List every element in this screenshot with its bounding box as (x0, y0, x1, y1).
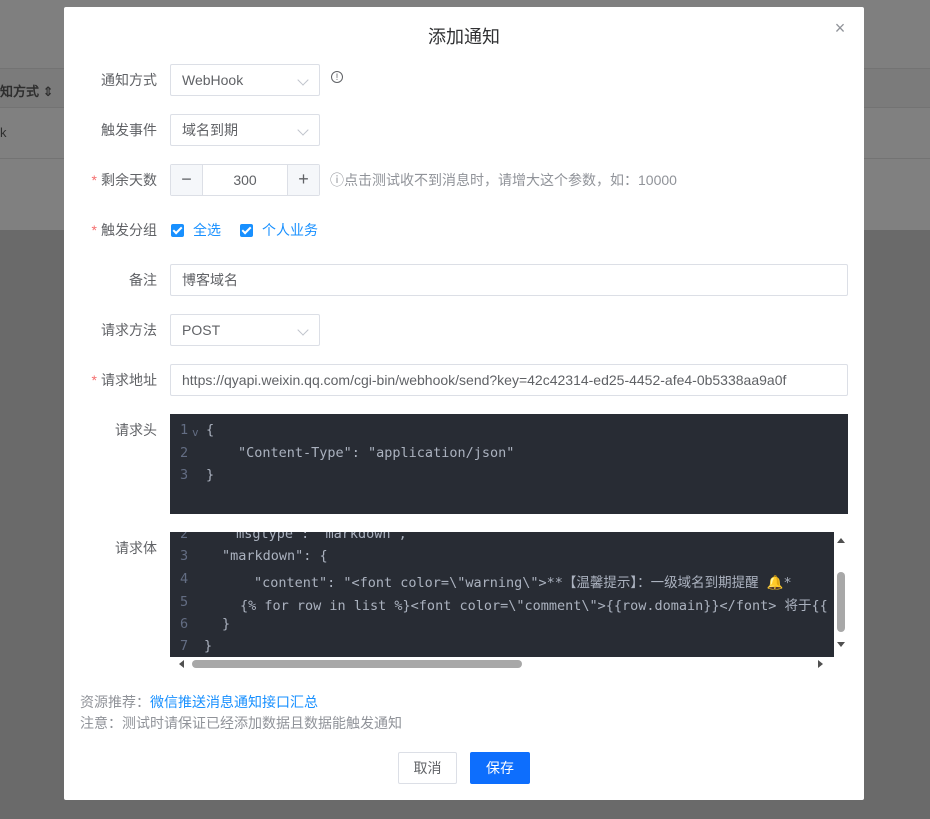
code-line: "msgtype": "markdown", (228, 532, 407, 542)
line-number: 5 (180, 594, 189, 610)
remark-value: 博客域名 (182, 272, 238, 288)
background-cell: k (0, 125, 7, 140)
code-line: } (222, 616, 231, 632)
line-number: 7 (180, 638, 189, 654)
scroll-up-icon[interactable] (837, 538, 845, 543)
notify-method-label: 通知方式 (101, 72, 157, 88)
line-number: 3 (180, 548, 189, 564)
chevron-down-icon (297, 324, 309, 336)
fold-icon[interactable]: v (192, 426, 199, 439)
notify-method-row: 通知方式 WebHook ! (64, 64, 864, 96)
request-headers-label: 请求头 (115, 422, 157, 438)
code-line: { (206, 422, 215, 438)
request-body-label: 请求体 (115, 540, 157, 556)
scroll-down-icon[interactable] (837, 642, 845, 647)
request-method-select[interactable]: POST (170, 314, 320, 346)
request-headers-editor[interactable]: 1 v 2 3 { "Content-Type": "application/j… (170, 414, 848, 514)
request-method-label: 请求方法 (101, 322, 157, 338)
checkbox-personal-business[interactable]: 个人业务 (240, 222, 318, 238)
checkbox-checked-icon (240, 223, 253, 237)
checkbox-select-all[interactable]: 全选 (171, 222, 221, 238)
resource-link[interactable]: 微信推送消息通知接口汇总 (150, 694, 318, 710)
trigger-group-label: * 触发分组 (91, 222, 157, 238)
remark-row: 备注 博客域名 (64, 264, 864, 296)
remaining-days-label: * 剩余天数 (91, 172, 157, 188)
resource-recommendation: 资源推荐：微信推送消息通知接口汇总 (80, 692, 318, 712)
cancel-button[interactable]: 取消 (398, 752, 457, 784)
code-line: } (204, 638, 213, 654)
request-method-row: 请求方法 POST (64, 314, 864, 346)
scrollbar-thumb[interactable] (192, 660, 522, 668)
close-icon[interactable]: × (832, 19, 848, 37)
trigger-event-value: 域名到期 (182, 122, 238, 138)
line-number: 1 (180, 422, 189, 438)
request-url-input[interactable]: https://qyapi.weixin.qq.com/cgi-bin/webh… (170, 364, 848, 396)
line-number: 2 (180, 532, 189, 542)
scrollbar-thumb[interactable] (837, 572, 845, 632)
remaining-days-input[interactable]: 300 (203, 165, 287, 195)
horizontal-scrollbar[interactable] (170, 657, 834, 671)
scroll-right-icon[interactable] (818, 660, 823, 668)
line-number: 3 (180, 467, 189, 483)
request-url-row: * 请求地址 https://qyapi.weixin.qq.com/cgi-bi… (64, 364, 864, 396)
code-line: } (206, 467, 215, 483)
checkbox-label: 个人业务 (262, 222, 318, 238)
notify-method-select[interactable]: WebHook (170, 64, 320, 96)
trigger-group-row: * 触发分组 全选 个人业务 (64, 214, 864, 246)
remark-label: 备注 (129, 272, 157, 288)
trigger-event-row: 触发事件 域名到期 (64, 114, 864, 146)
remark-input[interactable]: 博客域名 (170, 264, 848, 296)
column-header-notify-method: 知方式 ⇕ (0, 84, 54, 99)
resource-label: 资源推荐： (80, 694, 150, 710)
notice-text: 注意：测试时请保证已经添加数据且数据能触发通知 (80, 715, 402, 731)
vertical-scrollbar[interactable] (834, 532, 848, 657)
line-number: 4 (180, 571, 189, 587)
code-line: "content": "<font color=\"warning\">**【温… (254, 575, 792, 591)
increment-button[interactable]: + (287, 165, 319, 195)
info-icon[interactable]: ! (331, 71, 343, 83)
checkbox-label: 全选 (193, 222, 221, 238)
request-url-label: * 请求地址 (91, 372, 157, 388)
add-notification-dialog: 添加通知 × 通知方式 WebHook ! 触发事件 域名到期 * 剩余天数 − … (64, 7, 864, 800)
decrement-button[interactable]: − (171, 165, 203, 195)
request-method-value: POST (182, 322, 221, 338)
chevron-down-icon (297, 124, 309, 136)
code-line: {% for row in list %}<font color=\"comme… (240, 598, 828, 614)
request-url-value: https://qyapi.weixin.qq.com/cgi-bin/webh… (182, 372, 787, 388)
code-line: "Content-Type": "application/json" (238, 445, 515, 461)
scroll-left-icon[interactable] (179, 660, 184, 668)
request-body-editor[interactable]: 2 3 4 5 6 7 "msgtype": "markdown", "mark… (170, 532, 834, 657)
dialog-title: 添加通知 (428, 27, 500, 47)
line-number: 2 (180, 445, 189, 461)
remaining-days-hint: ⓘ点击测试收不到消息时，请增大这个参数，如：10000 (330, 172, 677, 188)
notify-method-value: WebHook (182, 72, 244, 88)
remaining-days-stepper: − 300 + (170, 164, 320, 196)
remaining-days-row: * 剩余天数 − 300 + ⓘ点击测试收不到消息时，请增大这个参数，如：1000… (64, 164, 864, 196)
code-line: "markdown": { (222, 548, 328, 564)
line-number: 6 (180, 616, 189, 632)
save-button[interactable]: 保存 (470, 752, 530, 784)
checkbox-checked-icon (171, 223, 184, 237)
trigger-event-select[interactable]: 域名到期 (170, 114, 320, 146)
trigger-event-label: 触发事件 (101, 122, 157, 138)
chevron-down-icon (297, 74, 309, 86)
